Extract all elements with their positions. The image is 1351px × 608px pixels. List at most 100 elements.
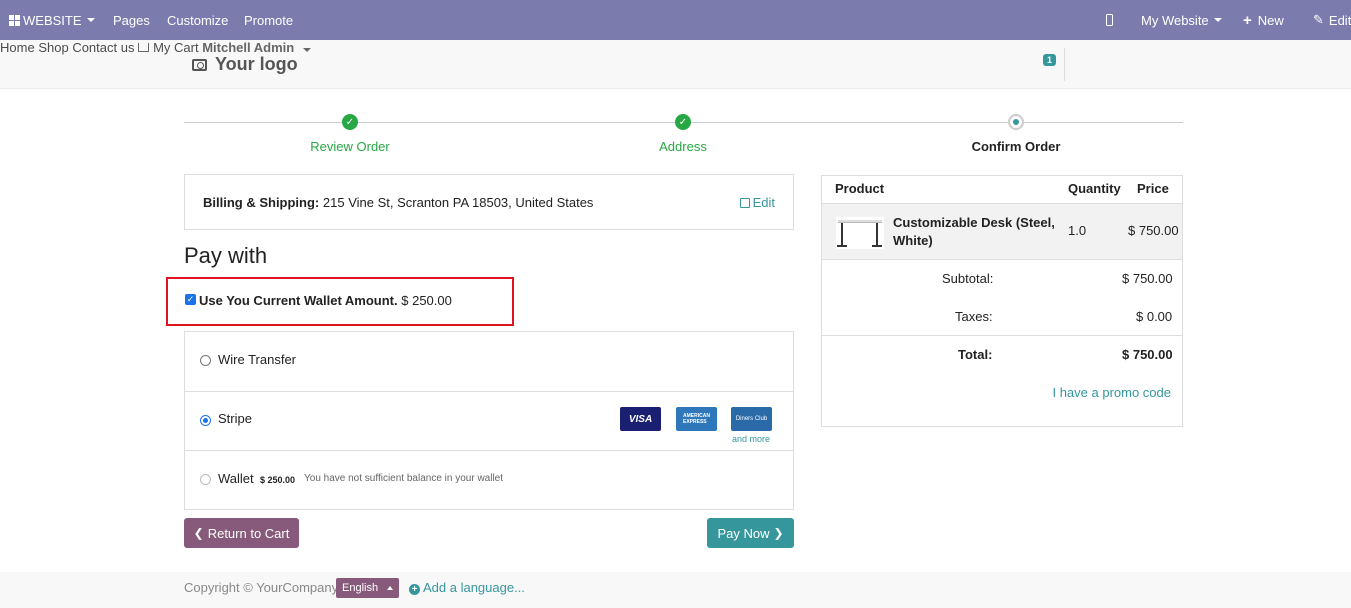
language-selector[interactable]: English [336, 578, 399, 598]
billing-label: Billing & Shipping: [203, 195, 320, 210]
language-label: English [342, 582, 379, 594]
billing-text: Billing & Shipping: 215 Vine St, Scranto… [203, 195, 593, 210]
site-logo[interactable]: Your logo [192, 54, 298, 75]
promote-menu[interactable]: Promote [235, 0, 302, 40]
product-row: Customizable Desk (Steel, White) 1.0 $ 7… [822, 203, 1182, 260]
user-name: Mitchell Admin [202, 40, 295, 55]
chevron-right-icon: ❯ [773, 526, 784, 540]
mobile-preview-button[interactable] [1097, 0, 1122, 40]
pay-now-button[interactable]: Pay Now ❯ [707, 518, 794, 548]
new-button[interactable]: + New [1234, 0, 1293, 40]
wallet-insufficient-note: You have not sufficient balance in your … [304, 473, 504, 484]
option-label: Stripe [218, 411, 252, 426]
chevron-down-icon [86, 18, 95, 22]
nav-home[interactable]: Home [0, 40, 35, 55]
radio-wire-transfer[interactable] [200, 355, 211, 366]
cart-icon [138, 43, 150, 52]
return-to-cart-label: Return to Cart [207, 525, 290, 541]
copyright-text: Copyright © YourCompany [184, 580, 339, 595]
edit-icon [739, 198, 750, 208]
wallet-checkbox[interactable]: ✓ [185, 294, 196, 305]
option-label: Wire Transfer [218, 352, 297, 367]
chevron-left-icon: ❮ [193, 526, 204, 540]
edit-address-link[interactable]: Edit [739, 195, 775, 210]
radio-stripe[interactable] [200, 415, 211, 426]
chevron-down-icon [302, 48, 311, 52]
pages-menu[interactable]: Pages [104, 0, 159, 40]
header-product: Product [835, 181, 885, 196]
wallet-checkbox-label: Use You Current Wallet Amount. $ 250.00 [199, 293, 452, 308]
diners-club-card-icon: Diners Club [731, 407, 772, 431]
total-value: $ 750.00 [1122, 347, 1173, 362]
pay-with-heading: Pay with [184, 243, 268, 268]
add-language-label: Add a language... [423, 580, 525, 595]
pay-now-label: Pay Now [717, 525, 770, 541]
website-menu[interactable]: WEBSITE [0, 0, 104, 40]
edit-button[interactable]: ✎ Edit [1304, 0, 1351, 40]
step-confirm-order: Confirm Order [971, 139, 1061, 154]
wallet-label-text: Use You Current Wallet Amount. [199, 293, 398, 308]
header-price: Price [1137, 181, 1169, 196]
admin-bar: WEBSITE Pages Customize Promote My Websi… [0, 0, 1351, 40]
promo-code-link[interactable]: I have a promo code [1052, 385, 1171, 400]
subtotal-value: $ 750.00 [1122, 271, 1173, 286]
cart-label: My Cart [153, 40, 199, 55]
wallet-label-amount: $ 250.00 [401, 293, 452, 308]
my-website-menu[interactable]: My Website [1132, 0, 1231, 40]
chevron-down-icon [1213, 18, 1222, 22]
new-label: New [1257, 12, 1284, 28]
step-review-order: Review Order [310, 139, 390, 154]
payment-option-stripe[interactable]: Stripe VISA AMERICAN EXPRESS Diners Club … [185, 392, 793, 451]
check-icon: ✓ [342, 114, 358, 130]
plus-circle-icon: + [409, 584, 420, 595]
option-label: Wallet [218, 471, 254, 486]
wallet-amount-highlight: ✓ Use You Current Wallet Amount. $ 250.0… [166, 277, 514, 326]
my-website-label: My Website [1141, 12, 1209, 28]
nav-shop[interactable]: Shop [38, 40, 68, 55]
check-icon: ✓ [675, 114, 691, 130]
camera-icon [192, 58, 207, 71]
logo-text: Your logo [215, 54, 298, 74]
product-price: $ 750.00 [1128, 223, 1179, 238]
subtotal-label: Subtotal: [942, 271, 994, 286]
amex-card-icon: AMERICAN EXPRESS [676, 407, 717, 431]
mobile-icon [1106, 14, 1113, 26]
payment-options: Wire Transfer Stripe VISA AMERICAN EXPRES… [184, 331, 794, 510]
product-quantity: 1.0 [1068, 223, 1087, 238]
taxes-value: $ 0.00 [1136, 309, 1173, 324]
and-more-link[interactable]: and more [732, 434, 770, 444]
visa-card-icon: VISA [620, 407, 661, 431]
taxes-label: Taxes: [955, 309, 993, 324]
website-menu-label: WEBSITE [23, 12, 82, 28]
nav-divider [1064, 48, 1065, 81]
customize-menu[interactable]: Customize [158, 0, 237, 40]
return-to-cart-button[interactable]: ❮ Return to Cart [184, 518, 299, 548]
user-menu[interactable]: Mitchell Admin [202, 40, 311, 55]
billing-address: 215 Vine St, Scranton PA 18503, United S… [322, 195, 594, 210]
add-language-link[interactable]: + Add a language... [409, 580, 525, 595]
wallet-balance: $ 250.00 [260, 475, 296, 485]
cart-count-badge: 1 [1043, 54, 1057, 66]
nav-cart[interactable]: My Cart [138, 40, 202, 55]
pencil-icon: ✎ [1313, 12, 1324, 27]
current-step-icon [1008, 114, 1024, 130]
radio-wallet [200, 474, 211, 485]
header-quantity: Quantity [1068, 181, 1121, 196]
apps-grid-icon [9, 14, 20, 26]
summary-divider [822, 335, 1182, 336]
edit-address-label: Edit [752, 195, 775, 210]
edit-label: Edit [1328, 12, 1351, 28]
payment-option-wire-transfer[interactable]: Wire Transfer [185, 332, 793, 392]
product-name[interactable]: Customizable Desk (Steel, White) [893, 214, 1063, 250]
product-image[interactable] [836, 217, 884, 249]
chevron-up-icon [387, 586, 394, 590]
step-address: Address [659, 139, 707, 154]
plus-icon: + [1243, 11, 1252, 29]
payment-option-wallet: Wallet $ 250.00 You have not sufficient … [185, 451, 793, 509]
total-label: Total: [958, 347, 993, 362]
site-header: Your logo Home Shop Contact us My Cart 1… [0, 40, 1351, 89]
billing-shipping-box: Billing & Shipping: 215 Vine St, Scranto… [184, 174, 794, 230]
nav-contact[interactable]: Contact us [72, 40, 134, 55]
order-summary: Product Quantity Price Customizable Desk… [821, 175, 1183, 427]
footer: Copyright © YourCompany English + Add a l… [0, 572, 1351, 608]
